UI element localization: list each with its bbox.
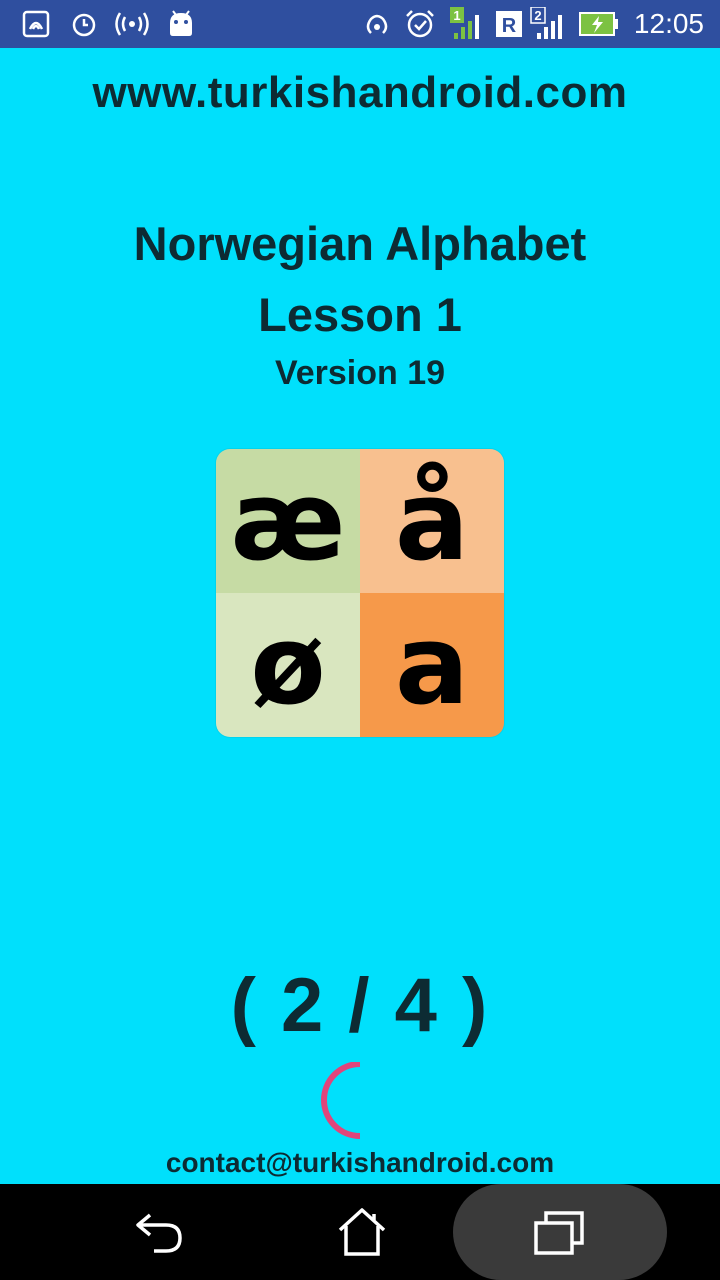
alarm-icon (68, 8, 100, 40)
logo-letter-aring: å (360, 449, 504, 593)
logo-letter-ae: æ (216, 449, 360, 593)
logo-letter-oslash: ø (216, 593, 360, 737)
android-icon (166, 8, 196, 40)
logo-letter-a: a (360, 593, 504, 737)
lesson-title: Lesson 1 (258, 288, 462, 341)
loading-spinner-icon (317, 1061, 397, 1142)
status-time: 12:05 (633, 8, 704, 39)
back-icon[interactable] (120, 1184, 200, 1280)
roaming-icon: R (494, 8, 524, 40)
alphabet-logo: æ å ø a (216, 449, 504, 737)
status-bar: 1 R 2 12:05 (0, 0, 720, 48)
recents-icon[interactable] (520, 1184, 600, 1280)
sim2-signal-icon: 2 (528, 7, 568, 40)
hotspot-icon (360, 8, 394, 40)
svg-text:R: R (502, 15, 517, 37)
contact-email[interactable]: contact@turkishandroid.com (0, 1147, 720, 1179)
svg-text:2: 2 (534, 8, 541, 23)
alarm-clock-icon (402, 8, 438, 40)
wireless-broadcast-icon (112, 8, 152, 40)
nfc-icon (20, 8, 52, 40)
progress-counter: ( 2 / 4 ) (230, 963, 490, 1048)
battery-charging-icon (578, 8, 620, 40)
home-icon[interactable] (322, 1184, 402, 1280)
website-url[interactable]: www.turkishandroid.com (0, 68, 720, 118)
sim1-signal-icon: 1 (448, 7, 484, 40)
version-label: Version 19 (274, 354, 446, 392)
page-title: Norwegian Alphabet (133, 217, 587, 270)
svg-text:1: 1 (453, 8, 460, 23)
